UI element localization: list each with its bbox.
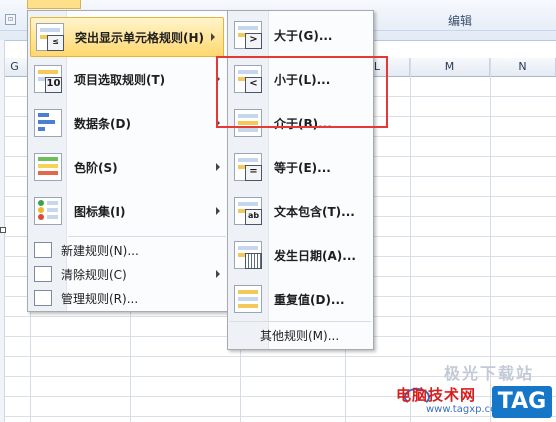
menu-item-new-rule[interactable]: 新建规则(N)...	[28, 239, 228, 261]
submenu-item-equal-to[interactable]: = 等于(E)...	[228, 147, 373, 187]
watermark-tag-logo: TAG	[492, 386, 552, 418]
submenu-arrow-icon	[216, 163, 220, 171]
menu-item-manage-rules[interactable]: 管理规则(R)...	[28, 287, 228, 309]
dialog-launcher-icon[interactable]: ⊡	[5, 14, 16, 25]
icon-sets-icon	[34, 197, 62, 225]
submenu-item-label: 重复值(D)...	[274, 292, 345, 307]
equal-to-icon: =	[234, 153, 262, 181]
less-equal-badge-icon: ≤	[47, 35, 64, 51]
submenu-separator	[230, 321, 371, 322]
submenu-item-label: 大于(G)...	[274, 28, 333, 43]
menu-item-label: 管理规则(R)...	[61, 291, 139, 306]
ribbon-group-editing: 编辑	[447, 14, 472, 28]
submenu-item-label: 文本包含(T)...	[274, 204, 355, 219]
menu-item-label: 项目选取规则(T)	[74, 72, 166, 87]
conditional-formatting-menu: ≤ 突出显示单元格规则(H) 10 项目选取规则(T) 数据条(D) 色阶(S)	[27, 10, 229, 312]
menu-item-top-bottom-rules[interactable]: 10 项目选取规则(T)	[28, 59, 228, 99]
greater-than-badge-icon: >	[245, 33, 262, 49]
conditional-format-button[interactable]	[27, 0, 81, 9]
column-header-m[interactable]: M	[410, 58, 490, 76]
menu-item-clear-rules[interactable]: 清除规则(C)	[28, 263, 228, 285]
grid-line	[410, 58, 411, 422]
eraser-icon	[34, 266, 52, 282]
submenu-item-date-occurring[interactable]: 发生日期(A)...	[228, 235, 373, 275]
highlight-cells-icon: ≤	[36, 23, 64, 51]
new-rule-icon	[34, 242, 52, 258]
submenu-item-label: 发生日期(A)...	[274, 248, 356, 263]
resize-handle[interactable]	[0, 227, 6, 233]
watermark-site-name: 电脑技术网	[396, 386, 477, 404]
top-ten-badge-icon: 10	[45, 77, 62, 93]
text-contains-icon: ab	[234, 197, 262, 225]
menu-separator	[68, 236, 226, 237]
color-scales-icon	[34, 153, 62, 181]
submenu-arrow-icon	[211, 33, 215, 41]
submenu-item-duplicate-values[interactable]: 重复值(D)...	[228, 279, 373, 319]
menu-item-label: 突出显示单元格规则(H)	[75, 30, 205, 45]
top-bottom-icon: 10	[34, 65, 62, 93]
duplicate-values-icon	[234, 285, 262, 313]
menu-item-label: 色阶(S)	[74, 160, 118, 175]
menu-item-data-bars[interactable]: 数据条(D)	[28, 103, 228, 143]
menu-item-label: 新建规则(N)...	[61, 243, 139, 258]
calendar-grid-icon	[245, 253, 262, 269]
text-badge-icon: ab	[245, 209, 262, 225]
column-header-n[interactable]: N	[490, 58, 556, 76]
submenu-arrow-icon	[216, 207, 220, 215]
menu-item-label: 图标集(I)	[74, 204, 126, 219]
menu-item-color-scales[interactable]: 色阶(S)	[28, 147, 228, 187]
submenu-arrow-icon	[216, 270, 220, 278]
submenu-item-text-contains[interactable]: ab 文本包含(T)...	[228, 191, 373, 231]
equal-badge-icon: =	[245, 165, 262, 181]
watermark-faint-text: 极光下载站	[444, 364, 535, 383]
submenu-item-more-rules[interactable]: 其他规则(M)...	[228, 324, 373, 346]
manage-rules-icon	[34, 290, 52, 306]
data-bars-icon	[34, 109, 62, 137]
greater-than-icon: >	[234, 21, 262, 49]
submenu-item-label: 等于(E)...	[274, 160, 331, 175]
menu-item-label: 清除规则(C)	[61, 267, 127, 282]
submenu-item-label: 其他规则(M)...	[260, 328, 340, 343]
annotation-highlight-box	[216, 56, 388, 128]
menu-item-icon-sets[interactable]: 图标集(I)	[28, 191, 228, 231]
menu-item-highlight-cells-rules[interactable]: ≤ 突出显示单元格规则(H)	[30, 17, 224, 57]
calendar-icon	[234, 241, 262, 269]
menu-item-label: 数据条(D)	[74, 116, 131, 131]
submenu-item-greater-than[interactable]: > 大于(G)...	[228, 15, 373, 55]
